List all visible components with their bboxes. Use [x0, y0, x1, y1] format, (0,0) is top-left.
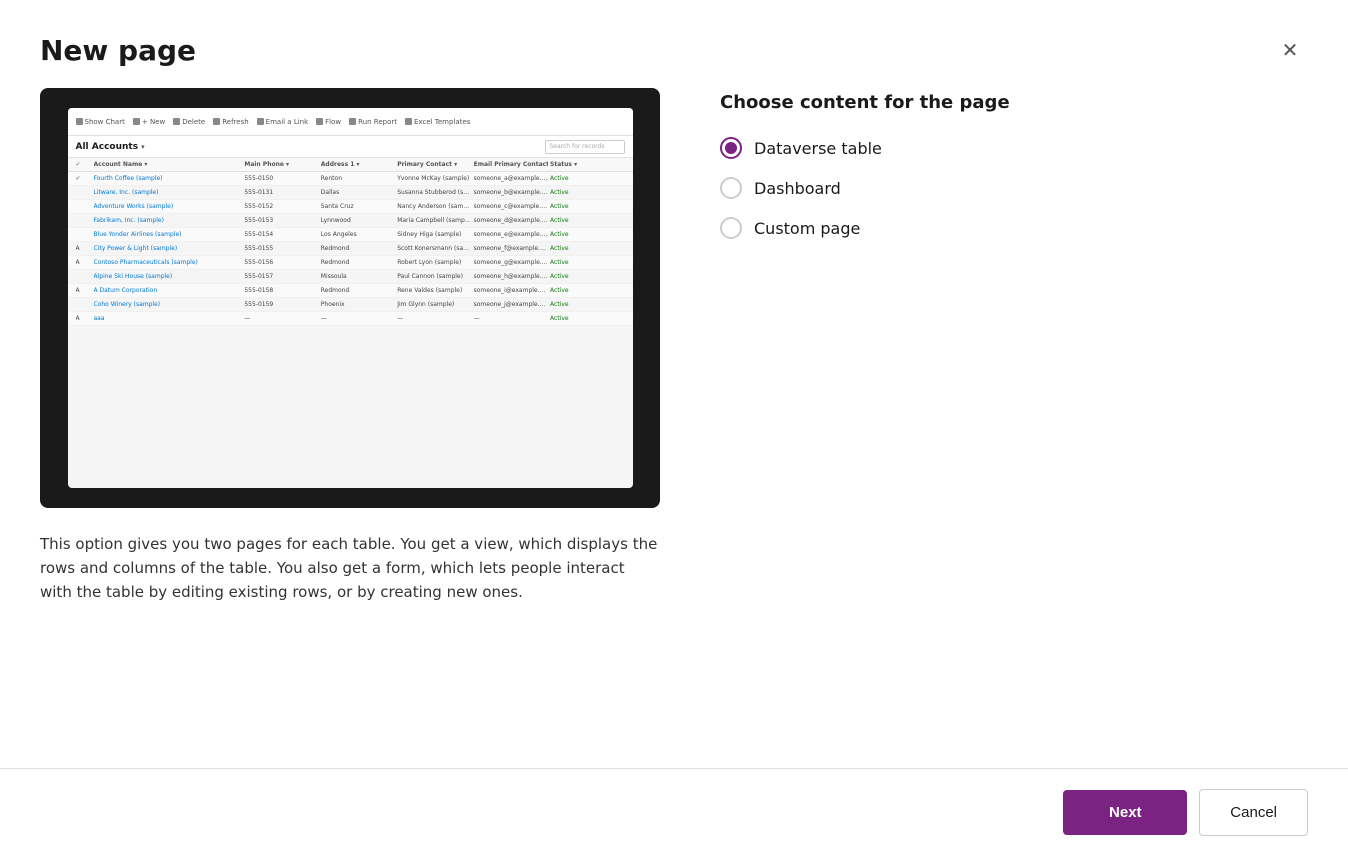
- col-email: Email Primary Contact ▾: [474, 161, 548, 168]
- toolbar-delete: Delete: [173, 118, 205, 126]
- table-row: Litware, Inc. (sample) 555-0131 Dallas S…: [68, 186, 633, 200]
- preview-search-text: Search for records: [550, 143, 605, 150]
- preview-title-row: All Accounts ▾ Search for records: [68, 136, 633, 158]
- right-panel: Choose content for the page Dataverse ta…: [720, 88, 1308, 768]
- toolbar-flow: Flow: [316, 118, 341, 126]
- radio-circle-dashboard: [720, 177, 742, 199]
- toolbar-new: + New: [133, 118, 165, 126]
- col-status: Status ▾: [550, 161, 624, 168]
- toolbar-run-report: Run Report: [349, 118, 397, 126]
- radio-circle-dataverse: [720, 137, 742, 159]
- preview-search: Search for records: [545, 140, 625, 154]
- toolbar-show-chart: Show Chart: [76, 118, 125, 126]
- preview-view-title: All Accounts ▾: [76, 142, 145, 152]
- close-button[interactable]: ✕: [1272, 32, 1308, 68]
- dialog-title: New page: [40, 34, 196, 67]
- radio-label-dashboard: Dashboard: [754, 179, 841, 198]
- next-button[interactable]: Next: [1063, 790, 1187, 835]
- radio-label-dataverse: Dataverse table: [754, 139, 882, 158]
- toolbar-excel: Excel Templates: [405, 118, 470, 126]
- table-row: A City Power & Light (sample) 555-0155 R…: [68, 242, 633, 256]
- toolbar-refresh: Refresh: [213, 118, 248, 126]
- radio-option-dataverse[interactable]: Dataverse table: [720, 137, 1308, 159]
- dialog-header: New page ✕: [0, 0, 1348, 88]
- preview-screen: Show Chart + New Delete Refresh Email a …: [68, 108, 633, 488]
- radio-label-custom: Custom page: [754, 219, 860, 238]
- table-row: Adventure Works (sample) 555-0152 Santa …: [68, 200, 633, 214]
- dialog-body: Show Chart + New Delete Refresh Email a …: [0, 88, 1348, 768]
- content-type-radio-group: Dataverse table Dashboard Custom page: [720, 137, 1308, 239]
- radio-circle-custom: [720, 217, 742, 239]
- table-row: Blue Yonder Airlines (sample) 555-0154 L…: [68, 228, 633, 242]
- choose-content-heading: Choose content for the page: [720, 92, 1308, 113]
- col-address: Address 1 ▾: [321, 161, 395, 168]
- description-text: This option gives you two pages for each…: [40, 532, 660, 604]
- table-row: ✓ Fourth Coffee (sample) 555-0150 Renton…: [68, 172, 633, 186]
- table-row: Alpine Ski House (sample) 555-0157 Misso…: [68, 270, 633, 284]
- preview-toolbar: Show Chart + New Delete Refresh Email a …: [68, 108, 633, 136]
- table-row: A Contoso Pharmaceuticals (sample) 555-0…: [68, 256, 633, 270]
- table-row: A aaa — — — — Active: [68, 312, 633, 326]
- col-account-name: Account Name ▾: [94, 161, 243, 168]
- dialog-footer: Next Cancel: [0, 768, 1348, 856]
- preview-table: ✓ Account Name ▾ Main Phone ▾ Address 1 …: [68, 158, 633, 326]
- col-check: ✓: [76, 161, 92, 168]
- preview-table-header: ✓ Account Name ▾ Main Phone ▾ Address 1 …: [68, 158, 633, 172]
- col-phone: Main Phone ▾: [244, 161, 318, 168]
- left-panel: Show Chart + New Delete Refresh Email a …: [40, 88, 660, 768]
- cancel-button[interactable]: Cancel: [1199, 789, 1308, 836]
- col-contact: Primary Contact ▾: [397, 161, 471, 168]
- preview-container: Show Chart + New Delete Refresh Email a …: [40, 88, 660, 508]
- table-row: Coho Winery (sample) 555-0159 Phoenix Ji…: [68, 298, 633, 312]
- radio-option-custom[interactable]: Custom page: [720, 217, 1308, 239]
- toolbar-email-link: Email a Link: [257, 118, 309, 126]
- table-row: Fabrikam, Inc. (sample) 555-0153 Lynnwoo…: [68, 214, 633, 228]
- new-page-dialog: New page ✕ Show Chart + New Delete Refre…: [0, 0, 1348, 856]
- table-row: A A Datum Corporation 555-0158 Redmond R…: [68, 284, 633, 298]
- radio-option-dashboard[interactable]: Dashboard: [720, 177, 1308, 199]
